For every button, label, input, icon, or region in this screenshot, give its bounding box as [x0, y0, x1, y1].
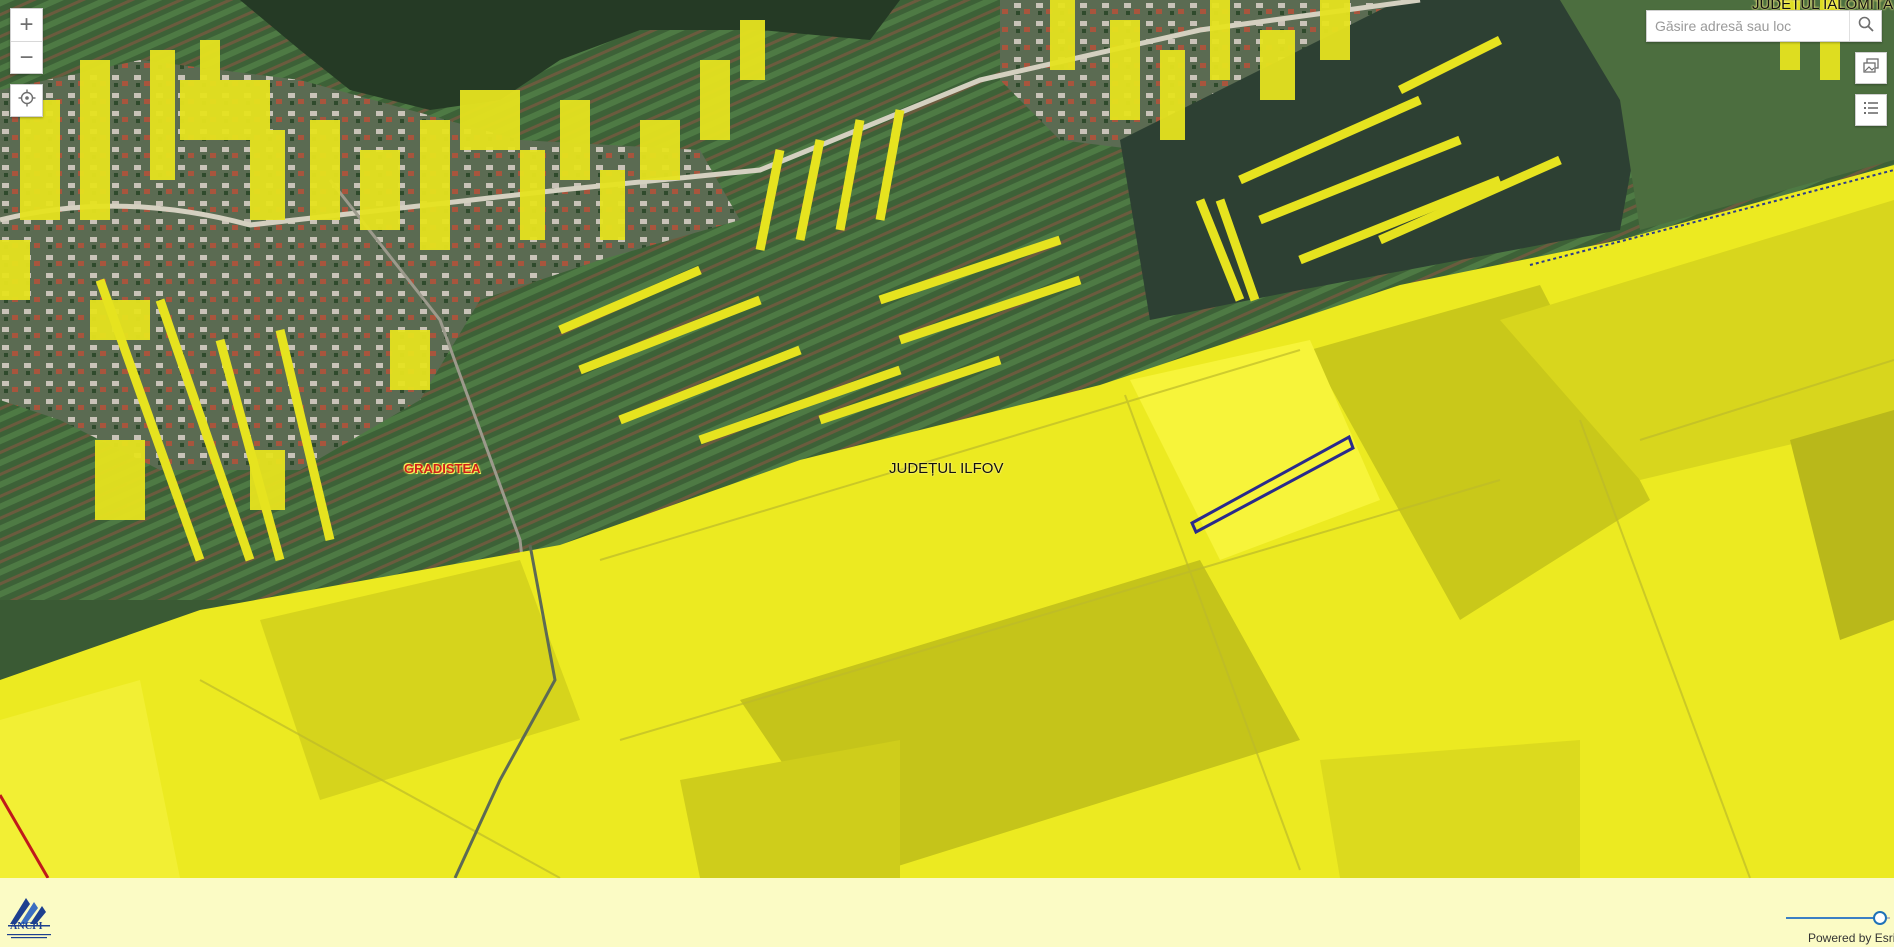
logo-subtitle-lines [7, 934, 51, 939]
locate-button[interactable] [10, 84, 43, 117]
search-button[interactable] [1849, 11, 1881, 41]
search-widget [1646, 10, 1882, 42]
zoom-in-button[interactable]: + [11, 9, 42, 41]
map-view[interactable]: GRADISTEA JUDEȚUL ILFOV JUDEȚUL IALOMIȚA [0, 0, 1894, 947]
slider-fill [1786, 917, 1880, 919]
legend-list-icon [1862, 99, 1880, 122]
map-canvas[interactable] [0, 0, 1894, 947]
basemap-gallery-button[interactable] [1855, 52, 1887, 84]
slider-thumb[interactable] [1872, 911, 1887, 925]
basemap-gallery-icon [1862, 57, 1880, 80]
footer-bar [0, 878, 1894, 947]
layer-opacity-slider[interactable] [1786, 911, 1890, 925]
attribution-text: Powered by Esri [1808, 931, 1894, 945]
locate-icon [18, 89, 36, 112]
legend-button[interactable] [1855, 94, 1887, 126]
zoom-out-button[interactable]: − [11, 41, 42, 73]
logo-text: ANCPI [10, 921, 43, 932]
zoom-controls: + − [10, 8, 43, 74]
search-icon [1858, 16, 1874, 37]
search-input[interactable] [1647, 11, 1849, 41]
